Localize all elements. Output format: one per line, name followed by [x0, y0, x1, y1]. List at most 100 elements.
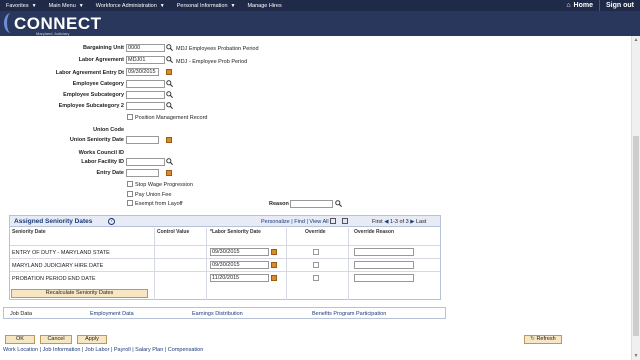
- bargaining-unit-input[interactable]: 0000: [126, 44, 165, 52]
- sign-out-label: Sign out: [606, 2, 634, 9]
- labor-facility-input[interactable]: [126, 158, 165, 166]
- nav-favorites-label: Favorites: [6, 2, 29, 9]
- tab-employment-data[interactable]: Employment Data: [90, 311, 134, 317]
- page-tabs: Job Data Employment Data Earnings Distri…: [3, 307, 446, 319]
- recalculate-seniority-button[interactable]: Recalculate Seniority Dates: [11, 289, 148, 298]
- labor-seniority-date-input[interactable]: 09/30/2015: [210, 248, 269, 256]
- row-seniority-name: PROBATION PERIOD END DATE: [12, 276, 96, 282]
- chevron-down-icon: ▼: [159, 2, 165, 9]
- grid-pagination: First ◀ 1-3 of 3 ▶ Last: [372, 219, 426, 225]
- override-reason-input[interactable]: [354, 248, 414, 256]
- nav-main-menu[interactable]: Main Menu ▼: [43, 3, 90, 9]
- exempt-layoff-label: Exempt from Layoff: [135, 201, 183, 207]
- download-icon[interactable]: [342, 218, 348, 224]
- calendar-icon[interactable]: [166, 69, 172, 75]
- labor-agreement-entry-label: Labor Agreement Entry Dt: [55, 70, 124, 76]
- search-icon[interactable]: [166, 56, 174, 64]
- scroll-down-icon[interactable]: ▼: [633, 353, 639, 359]
- reason-label: Reason: [269, 201, 289, 207]
- apply-button[interactable]: Apply: [77, 335, 107, 344]
- nav-workforce-administration[interactable]: Workforce Administration ▼: [90, 3, 171, 9]
- scroll-up-icon[interactable]: ▲: [633, 37, 639, 43]
- search-icon[interactable]: [166, 44, 174, 52]
- pay-union-fee-checkbox[interactable]: [127, 191, 133, 197]
- search-icon[interactable]: [166, 91, 174, 99]
- refresh-button[interactable]: ↻ Refresh: [524, 335, 562, 344]
- table-row: ENTRY OF DUTY - MARYLAND STATE 09/30/201…: [10, 245, 440, 258]
- employee-subcategory2-input[interactable]: [126, 102, 165, 110]
- calendar-icon[interactable]: [271, 249, 277, 255]
- stop-wage-checkbox[interactable]: [127, 181, 133, 187]
- labor-agreement-entry-input[interactable]: 09/30/2015: [126, 68, 159, 76]
- employee-category-label: Employee Category: [72, 81, 124, 87]
- employee-category-input[interactable]: [126, 80, 165, 88]
- prev-icon[interactable]: ◀: [384, 219, 388, 225]
- grid-title: Assigned Seniority Dates: [14, 218, 93, 225]
- labor-seniority-date-input[interactable]: 09/30/2015: [210, 261, 269, 269]
- calendar-icon[interactable]: [166, 137, 172, 143]
- union-seniority-input[interactable]: [126, 136, 159, 144]
- row-seniority-name: ENTRY OF DUTY - MARYLAND STATE: [12, 250, 110, 256]
- labor-agreement-input[interactable]: MDJ01: [126, 56, 165, 64]
- union-code-label: Union Code: [93, 127, 124, 133]
- vertical-scrollbar[interactable]: ▲ ▼: [631, 36, 640, 360]
- reason-input[interactable]: [290, 200, 333, 208]
- entry-date-input[interactable]: [126, 169, 159, 177]
- seniority-grid: Assigned Seniority Dates ? Personalize |…: [9, 215, 441, 300]
- calendar-icon[interactable]: [166, 170, 172, 176]
- nav-main-menu-label: Main Menu: [48, 2, 76, 9]
- tab-earnings-distribution[interactable]: Earnings Distribution: [192, 311, 243, 317]
- table-row: PROBATION PERIOD END DATE 11/20/2015: [10, 271, 440, 284]
- col-labor-seniority-date: *Labor Seniority Date: [210, 229, 261, 235]
- nav-personal-information[interactable]: Personal Information ▼: [171, 3, 242, 9]
- sign-out-link[interactable]: Sign out: [600, 2, 640, 9]
- help-icon[interactable]: ?: [108, 218, 115, 225]
- employee-subcategory2-label: Employee Subcategory 2: [58, 103, 124, 109]
- tab-benefits-program[interactable]: Benefits Program Participation: [312, 311, 386, 317]
- nav-personal-label: Personal Information: [176, 2, 228, 9]
- nav-favorites[interactable]: Favorites ▼: [0, 3, 43, 9]
- override-checkbox[interactable]: [313, 262, 319, 268]
- calendar-icon[interactable]: [271, 275, 277, 281]
- labor-agreement-description: MDJ - Employee Prob Period: [176, 59, 248, 65]
- bargaining-unit-label: Bargaining Unit: [83, 45, 124, 51]
- nav-workforce-label: Workforce Administration: [95, 2, 157, 9]
- logo-subtitle: Maryland Judiciary: [36, 31, 70, 36]
- col-control-value: Control Value: [157, 229, 190, 235]
- first-link[interactable]: First: [372, 219, 383, 225]
- search-icon[interactable]: [166, 158, 174, 166]
- grid-tools[interactable]: Personalize | Find | View All |: [261, 219, 332, 225]
- override-checkbox[interactable]: [313, 249, 319, 255]
- override-reason-input[interactable]: [354, 274, 414, 282]
- search-icon[interactable]: [166, 80, 174, 88]
- labor-seniority-date-input[interactable]: 11/20/2015: [210, 274, 269, 282]
- works-council-label: Works Council ID: [78, 150, 124, 156]
- override-reason-input[interactable]: [354, 261, 414, 269]
- home-link[interactable]: ⌂ Home: [560, 2, 599, 9]
- union-seniority-label: Union Seniority Date: [69, 137, 124, 143]
- table-row: MARYLAND JUDICIARY HIRE DATE 09/30/2015: [10, 258, 440, 271]
- cancel-button[interactable]: Cancel: [40, 335, 72, 344]
- search-icon[interactable]: [166, 102, 174, 110]
- ok-button[interactable]: OK: [5, 335, 35, 344]
- row-seniority-name: MARYLAND JUDICIARY HIRE DATE: [12, 263, 104, 269]
- last-link[interactable]: Last: [416, 219, 426, 225]
- footer-links[interactable]: Work Location | Job Information | Job La…: [3, 347, 203, 353]
- top-nav-bar: Favorites ▼ Main Menu ▼ Workforce Administ…: [0, 0, 640, 11]
- nav-manage-hires[interactable]: Manage Hires: [241, 3, 287, 9]
- calendar-icon[interactable]: [271, 262, 277, 268]
- override-checkbox[interactable]: [313, 275, 319, 281]
- exempt-layoff-checkbox[interactable]: [127, 200, 133, 206]
- col-seniority-date: Seniority Date: [12, 229, 46, 235]
- tab-job-data[interactable]: Job Data: [10, 311, 32, 317]
- grid-view-icon[interactable]: [330, 218, 336, 224]
- stop-wage-label: Stop Wage Progression: [135, 182, 193, 188]
- next-icon[interactable]: ▶: [410, 219, 414, 225]
- col-override: Override: [305, 229, 326, 235]
- page-range: 1-3 of 3: [390, 219, 409, 225]
- employee-subcategory-input[interactable]: [126, 91, 165, 99]
- position-mgmt-checkbox[interactable]: [127, 114, 133, 120]
- nav-manage-hires-label: Manage Hires: [247, 2, 282, 9]
- search-icon[interactable]: [335, 200, 343, 208]
- scroll-thumb[interactable]: [633, 136, 639, 336]
